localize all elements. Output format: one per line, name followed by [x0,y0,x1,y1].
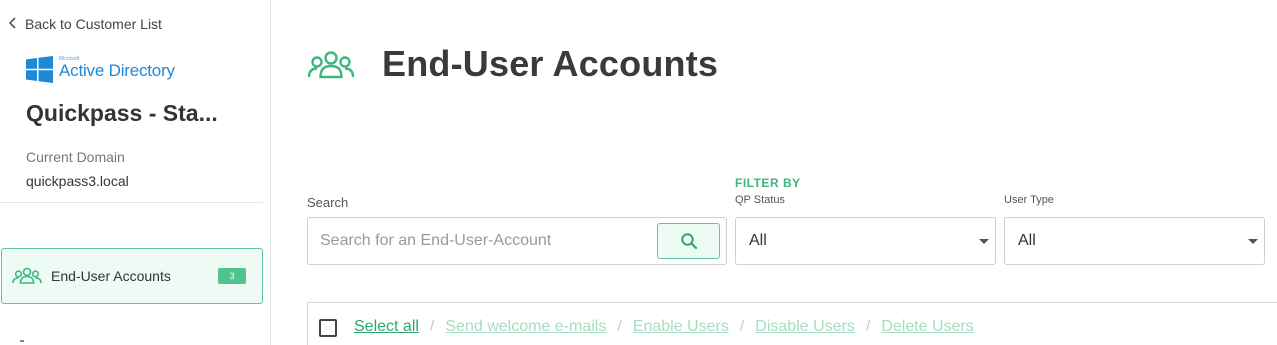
sidebar-item-end-user-accounts[interactable]: End-User Accounts 3 [1,248,263,304]
current-domain-label: Current Domain [26,149,125,165]
current-domain-value: quickpass3.local [26,173,129,189]
action-separator: / [617,318,622,335]
logo-product-text: Active Directory [59,61,175,80]
send-welcome-emails-link[interactable]: Send welcome e-mails [445,318,606,336]
users-group-icon [12,267,42,284]
count-badge: 3 [218,268,246,284]
select-all-checkbox[interactable] [319,319,337,337]
bulk-actions: Select all / Send welcome e-mails / Enab… [354,318,974,336]
caret-down-icon [979,239,989,244]
action-separator: / [739,318,745,335]
disable-users-link[interactable]: Disable Users [755,318,855,336]
filter-by-heading: FILTER BY [735,176,801,190]
select-all-link[interactable]: Select all [354,318,419,336]
action-separator: / [865,318,871,335]
caret-down-icon [1248,239,1258,244]
enable-users-link[interactable]: Enable Users [633,318,729,336]
search-label: Search [307,195,349,210]
sidebar-divider [0,202,263,203]
action-separator: / [429,318,435,335]
user-type-select[interactable]: All [1004,217,1265,265]
bulk-action-bar: Select all / Send welcome e-mails / Enab… [307,302,1277,345]
search-button[interactable] [657,223,720,259]
organization-name: Quickpass - Sta... [26,100,218,126]
search-icon [680,233,697,250]
app-root: Back to Customer List Microsoft Active D… [0,0,1277,345]
sidebar: Back to Customer List Microsoft Active D… [0,0,271,345]
windows-logo-icon [26,56,53,83]
qp-status-value: All [749,232,767,249]
chevron-left-icon [8,17,17,31]
active-directory-logo: Microsoft Active Directory [26,56,175,83]
back-to-customer-list-link[interactable]: Back to Customer List [8,16,162,32]
sidebar-item-label: End-User Accounts [51,268,171,284]
search-input[interactable] [320,218,650,264]
search-box [307,217,727,265]
user-type-value: All [1018,232,1036,249]
sidebar-cutoff-mark [20,340,24,342]
qp-status-select[interactable]: All [735,217,996,265]
back-link-label: Back to Customer List [25,16,162,32]
delete-users-link[interactable]: Delete Users [881,318,973,336]
user-type-label: User Type [1004,194,1054,206]
qp-status-label: QP Status [735,194,785,206]
users-group-icon [307,51,355,79]
page-title: End-User Accounts [382,43,719,84]
